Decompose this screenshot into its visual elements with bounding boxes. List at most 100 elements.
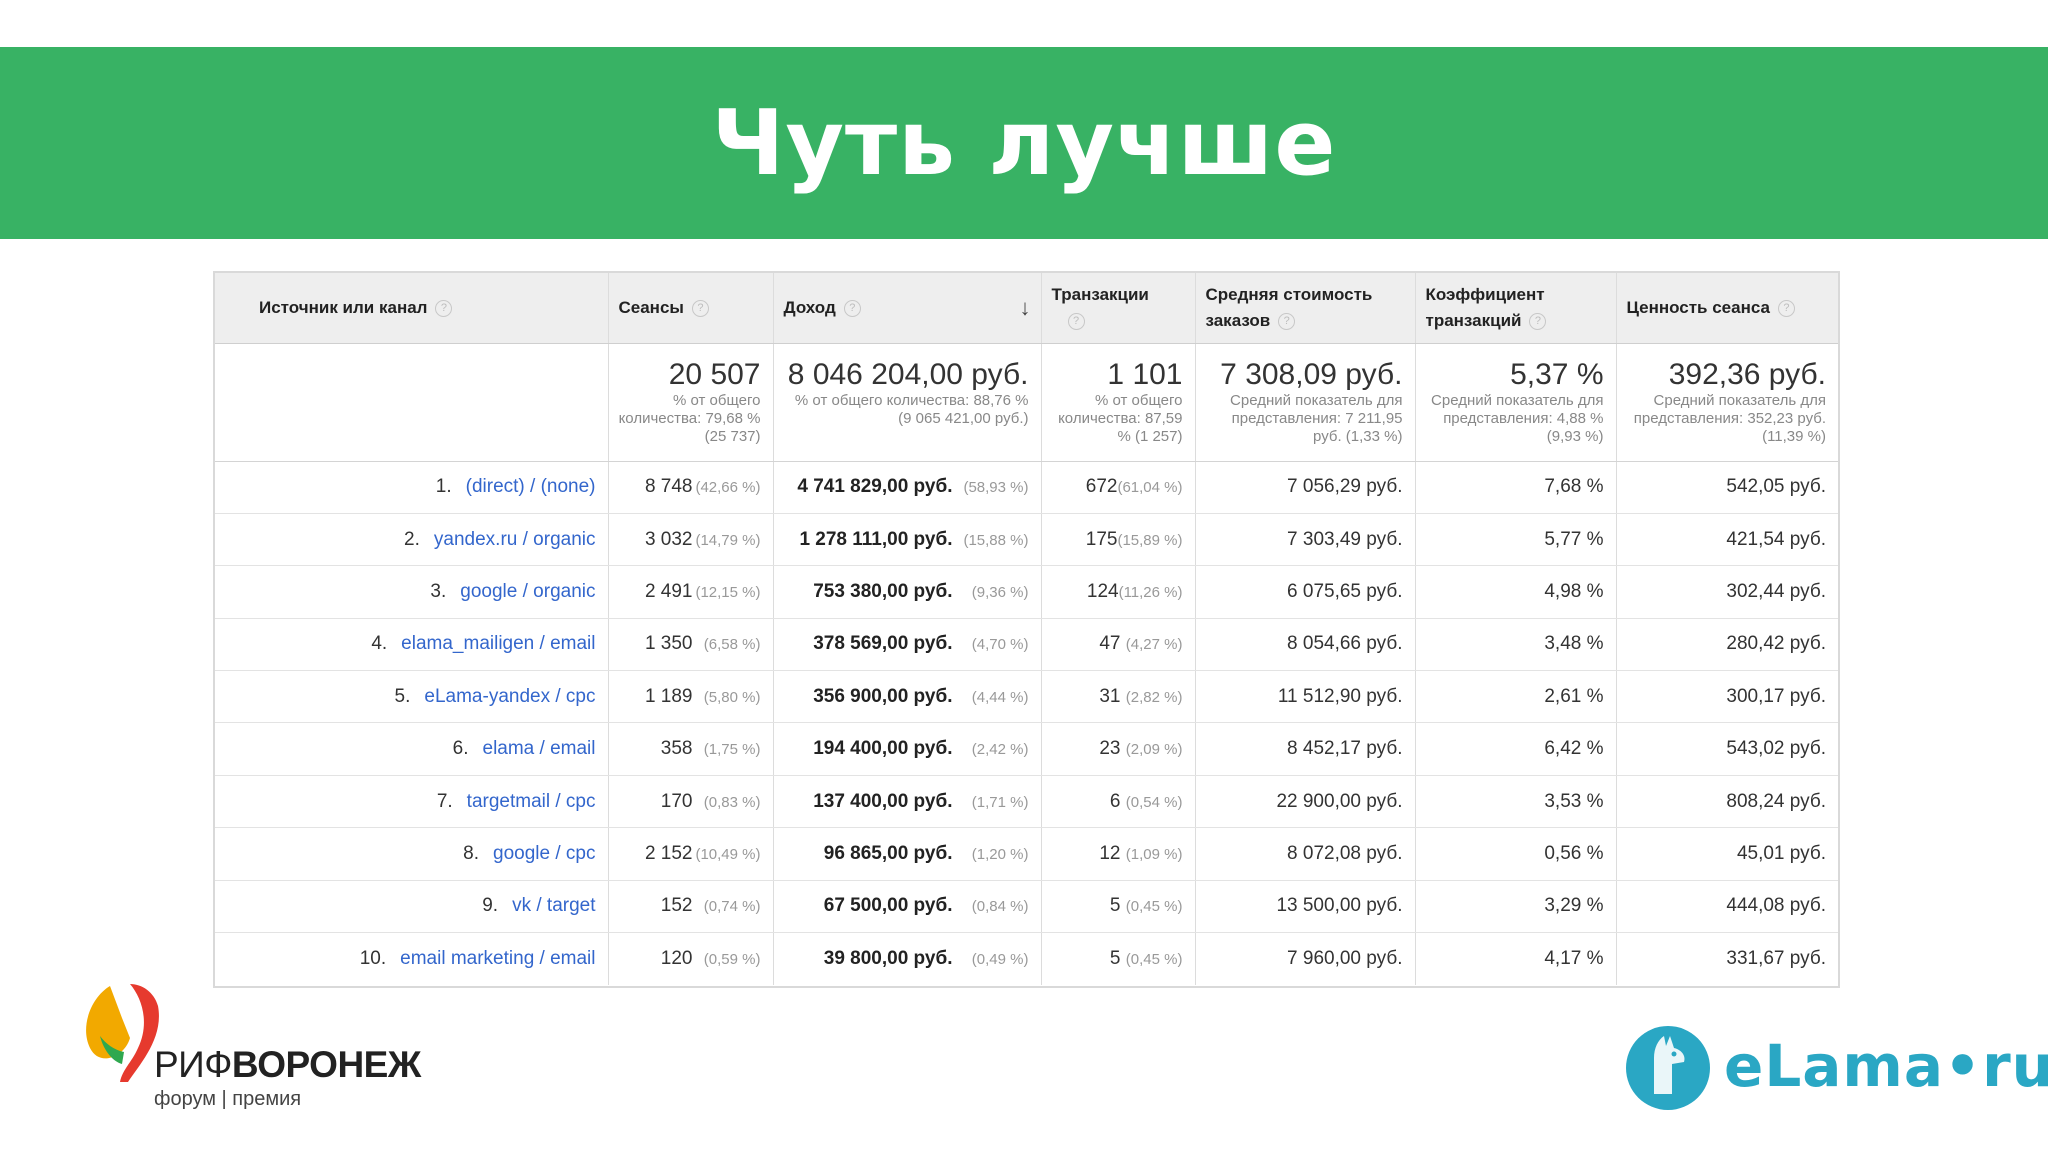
col-header-sessions-label: Сеансы — [618, 297, 684, 317]
session-value-cell: 542,05 руб. — [1616, 461, 1838, 514]
conversion-cell: 3,53 % — [1415, 775, 1617, 829]
transactions-percent: (0,45 %) — [1125, 898, 1183, 916]
row-index: 1. — [435, 476, 452, 498]
sessions-value: 170 — [660, 790, 693, 812]
table-row[interactable]: 7. targetmail / cpc 170 (0,83 %) 137 400,00 … — [215, 775, 1838, 829]
source-cell: 2. yandex.ru / organic — [215, 513, 609, 567]
col-header-session-value-label: Ценность сеанса — [1626, 297, 1770, 317]
help-icon[interactable]: ? — [1067, 312, 1085, 330]
row-index: 4. — [371, 633, 388, 655]
totals-row: 20 507 % от общего количества: 79,68 % (… — [215, 343, 1838, 462]
help-icon[interactable]: ? — [435, 299, 453, 317]
col-header-conversion[interactable]: Коэффициент транзакций? — [1415, 273, 1617, 344]
col-header-avg-order[interactable]: Средняя стоимость заказов? — [1195, 273, 1416, 344]
transactions-percent: (1,09 %) — [1125, 845, 1183, 863]
transactions-value: 31 — [1099, 685, 1121, 707]
row-index: 5. — [394, 685, 411, 707]
col-header-revenue[interactable]: Доход? ↓ — [773, 273, 1042, 344]
transactions-cell: 5 (0,45 %) — [1041, 932, 1196, 985]
data-table: Источник или канал? Сеансы? Доход? ↓ Тра… — [215, 273, 1838, 985]
source-cell: 1. (direct) / (none) — [215, 461, 609, 514]
total-conversion-sub: Средний показатель для представления: 4,… — [1431, 391, 1604, 445]
session-value-cell: 300,17 руб. — [1616, 670, 1838, 724]
col-header-session-value[interactable]: Ценность сеанса? — [1616, 273, 1838, 344]
revenue-cell: 96 865,00 руб. (1,20 %) — [773, 827, 1042, 881]
table-row[interactable]: 6. elama / email 358 (1,75 %) 194 400,00 руб… — [215, 722, 1838, 776]
help-icon[interactable]: ? — [1529, 312, 1547, 330]
total-revenue-sub: % от общего количества: 88,76 % (9 065 4… — [794, 391, 1029, 427]
col-header-sessions[interactable]: Сеансы? — [608, 273, 774, 344]
source-link[interactable]: elama / email — [483, 738, 596, 759]
source-link[interactable]: vk / target — [512, 895, 595, 916]
session-value-cell: 444,08 руб. — [1616, 880, 1838, 934]
source-link[interactable]: targetmail / cpc — [467, 791, 596, 812]
sessions-value: 120 — [660, 947, 693, 969]
session-value-cell: 421,54 руб. — [1616, 513, 1838, 567]
col-header-conversion-label: Коэффициент транзакций — [1425, 284, 1545, 330]
table-row[interactable]: 1. (direct) / (none) 8 748 (42,66 %) 4 741 8… — [215, 461, 1838, 514]
sessions-value: 358 — [660, 738, 693, 760]
total-sessions-value: 20 507 — [668, 357, 761, 391]
revenue-percent: (58,93 %) — [963, 479, 1029, 497]
revenue-value: 39 800,00 руб. — [823, 947, 953, 969]
revenue-percent: (1,20 %) — [971, 845, 1029, 863]
elama-logo: eLama•ru — [1624, 1022, 2048, 1118]
sessions-value: 2 152 — [644, 842, 693, 864]
revenue-percent: (15,88 %) — [963, 531, 1029, 549]
total-sessions: 20 507 % от общего количества: 79,68 % (… — [608, 343, 774, 462]
sessions-cell: 1 350 (6,58 %) — [608, 618, 774, 672]
transactions-percent: (0,54 %) — [1125, 793, 1183, 811]
total-sessions-sub: % от общего количества: 79,68 % (25 737) — [618, 391, 761, 445]
revenue-percent: (4,44 %) — [971, 688, 1029, 706]
sort-descending-icon[interactable]: ↓ — [1020, 295, 1031, 321]
row-index: 6. — [452, 738, 469, 760]
avg-order-cell: 7 056,29 руб. — [1195, 461, 1416, 514]
source-link[interactable]: elama_mailigen / email — [401, 633, 595, 654]
help-icon[interactable]: ? — [843, 299, 861, 317]
table-row[interactable]: 4. elama_mailigen / email 1 350 (6,58 %) 378… — [215, 618, 1838, 672]
session-value-cell: 808,24 руб. — [1616, 775, 1838, 829]
table-row[interactable]: 9. vk / target 152 (0,74 %) 67 500,00 руб. (0… — [215, 880, 1838, 934]
transactions-cell: 23 (2,09 %) — [1041, 722, 1196, 776]
table-row[interactable]: 5. eLama-yandex / cpc 1 189 (5,80 %) 356 900… — [215, 670, 1838, 724]
table-row[interactable]: 8. google / cpc 2 152 (10,49 %) 96 865,00 ру… — [215, 827, 1838, 881]
total-session-value-value: 392,36 руб. — [1668, 357, 1826, 391]
conversion-cell: 6,42 % — [1415, 722, 1617, 776]
sessions-percent: (42,66 %) — [695, 479, 761, 497]
revenue-value: 96 865,00 руб. — [823, 842, 953, 864]
table-row[interactable]: 2. yandex.ru / organic 3 032 (14,79 %) 1 278… — [215, 513, 1838, 567]
sessions-percent: (12,15 %) — [695, 583, 761, 601]
source-link[interactable]: google / organic — [460, 581, 595, 602]
table-body: 1. (direct) / (none) 8 748 (42,66 %) 4 741 8… — [215, 461, 1838, 985]
source-link[interactable]: eLama-yandex / cpc — [424, 686, 595, 707]
total-revenue-value: 8 046 204,00 руб. — [787, 357, 1029, 391]
source-link[interactable]: (direct) / (none) — [466, 476, 596, 497]
sessions-value: 8 748 — [644, 476, 693, 498]
revenue-percent: (0,84 %) — [971, 898, 1029, 916]
help-icon[interactable]: ? — [691, 299, 709, 317]
source-link[interactable]: yandex.ru / organic — [434, 529, 596, 550]
total-avg-order-sub: Средний показатель для представления: 7 … — [1230, 391, 1403, 445]
col-header-transactions[interactable]: Транзакции? — [1041, 273, 1196, 344]
revenue-cell: 4 741 829,00 руб. (58,93 %) — [773, 461, 1042, 514]
source-cell: 7. targetmail / cpc — [215, 775, 609, 829]
sessions-percent: (0,83 %) — [703, 793, 761, 811]
help-icon[interactable]: ? — [1777, 299, 1795, 317]
row-index: 3. — [430, 580, 447, 602]
sessions-cell: 2 491 (12,15 %) — [608, 565, 774, 619]
sessions-value: 1 189 — [644, 685, 693, 707]
source-link[interactable]: email marketing / email — [400, 948, 595, 969]
avg-order-cell: 11 512,90 руб. — [1195, 670, 1416, 724]
transactions-percent: (2,09 %) — [1125, 741, 1183, 759]
help-icon[interactable]: ? — [1278, 312, 1296, 330]
table-row[interactable]: 10. email marketing / email 120 (0,59 %) 39 … — [215, 932, 1838, 985]
revenue-cell: 1 278 111,00 руб. (15,88 %) — [773, 513, 1042, 567]
source-link[interactable]: google / cpc — [493, 843, 595, 864]
sessions-cell: 3 032 (14,79 %) — [608, 513, 774, 567]
total-conversion-value: 5,37 % — [1510, 357, 1604, 391]
table-row[interactable]: 3. google / organic 2 491 (12,15 %) 753 380,… — [215, 565, 1838, 619]
transactions-cell: 124(11,26 %) — [1041, 565, 1196, 619]
transactions-percent: (11,26 %) — [1118, 583, 1183, 601]
col-header-source[interactable]: Источник или канал? — [215, 273, 609, 344]
elama-llama-icon — [1626, 1026, 1710, 1110]
